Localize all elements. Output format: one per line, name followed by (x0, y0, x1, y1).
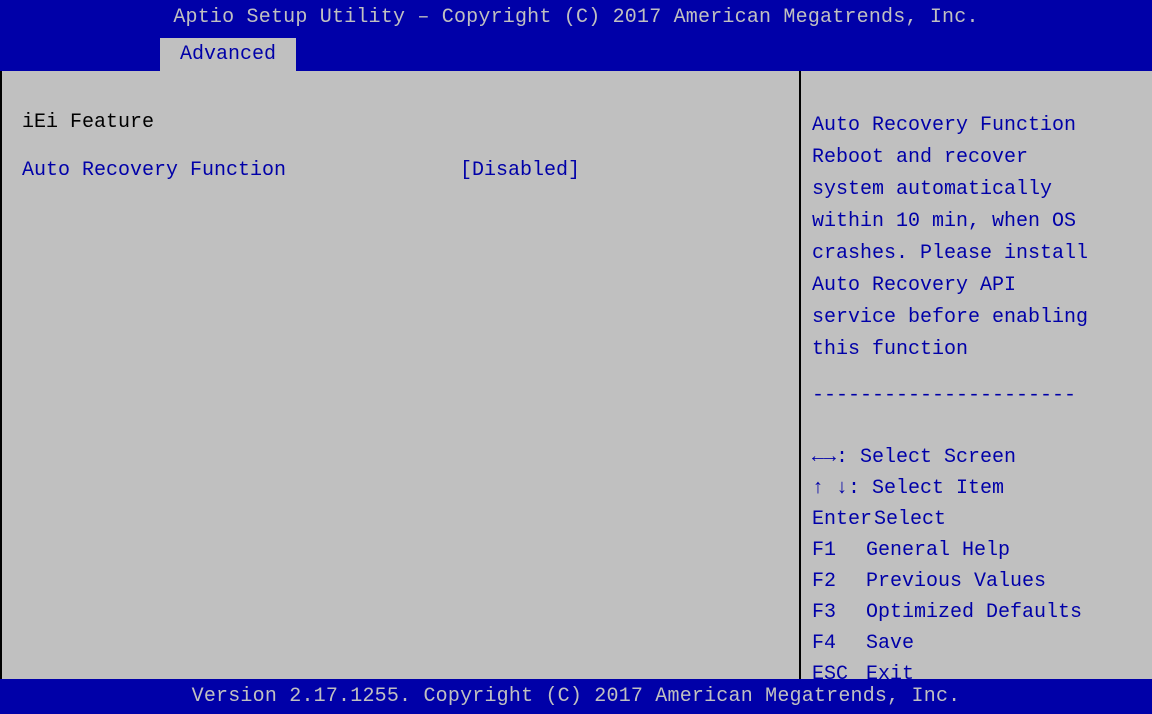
setting-auto-recovery[interactable]: Auto Recovery Function [Disabled] (22, 159, 662, 187)
key-desc: Save (866, 632, 915, 655)
settings-panel: iEi Feature Auto Recovery Function [Disa… (0, 71, 800, 679)
bios-title-bar: Aptio Setup Utility – Copyright (C) 2017… (0, 0, 1152, 36)
key-f3: F3 (812, 601, 837, 624)
left-right-arrow-icon: ←→ (812, 446, 837, 469)
key-row-select-screen: ←→ : Select Screen (812, 442, 1148, 473)
bios-footer: Version 2.17.1255. Copyright (C) 2017 Am… (0, 679, 1152, 714)
key-f2: F2 (812, 570, 837, 593)
tab-strip: Advanced (0, 36, 1152, 71)
setting-auto-recovery-value[interactable]: [Disabled] (460, 159, 580, 182)
tab-advanced-label: Advanced (179, 43, 276, 66)
key-desc: Optimized Defaults (866, 601, 1083, 624)
key-desc: Previous Values (866, 570, 1047, 593)
key-legend: ←→ : Select Screen ↑ ↓ : Select Item Ent… (812, 442, 1148, 690)
help-line: this function (812, 338, 969, 361)
key-f1: F1 (812, 539, 837, 562)
key-row-f4: F4 Save (812, 628, 1148, 659)
help-line: Auto Recovery API (812, 274, 1017, 297)
key-enter: Enter (812, 508, 873, 531)
key-row-f1: F1 General Help (812, 535, 1148, 566)
key-desc: : Select Screen (836, 446, 1017, 469)
footer-version: Version 2.17.1255. Copyright (C) 2017 Am… (191, 685, 961, 708)
bios-title: Aptio Setup Utility – Copyright (C) 2017… (173, 6, 979, 29)
key-row-enter: Enter Select (812, 504, 1148, 535)
key-desc: General Help (866, 539, 1011, 562)
help-line: Auto Recovery Function (812, 114, 1077, 137)
up-down-arrow-icon: ↑ ↓ (812, 477, 849, 500)
setting-auto-recovery-label[interactable]: Auto Recovery Function (22, 159, 286, 182)
help-line: service before enabling (812, 306, 1089, 329)
key-desc: : Select Item (848, 477, 1005, 500)
help-panel: Auto Recovery Function Reboot and recove… (812, 110, 1148, 366)
panel-divider (799, 71, 801, 679)
key-desc: Select (874, 508, 947, 531)
help-line: Reboot and recover (812, 146, 1029, 169)
key-f4: F4 (812, 632, 837, 655)
key-row-f3: F3 Optimized Defaults (812, 597, 1148, 628)
section-title: iEi Feature (22, 111, 155, 134)
tab-advanced[interactable]: Advanced (160, 38, 296, 71)
help-separator: ---------------------- (812, 384, 1077, 407)
key-row-select-item: ↑ ↓ : Select Item (812, 473, 1148, 504)
help-line: system automatically (812, 178, 1053, 201)
key-row-f2: F2 Previous Values (812, 566, 1148, 597)
help-line: within 10 min, when OS (812, 210, 1077, 233)
help-line: crashes. Please install (812, 242, 1089, 265)
